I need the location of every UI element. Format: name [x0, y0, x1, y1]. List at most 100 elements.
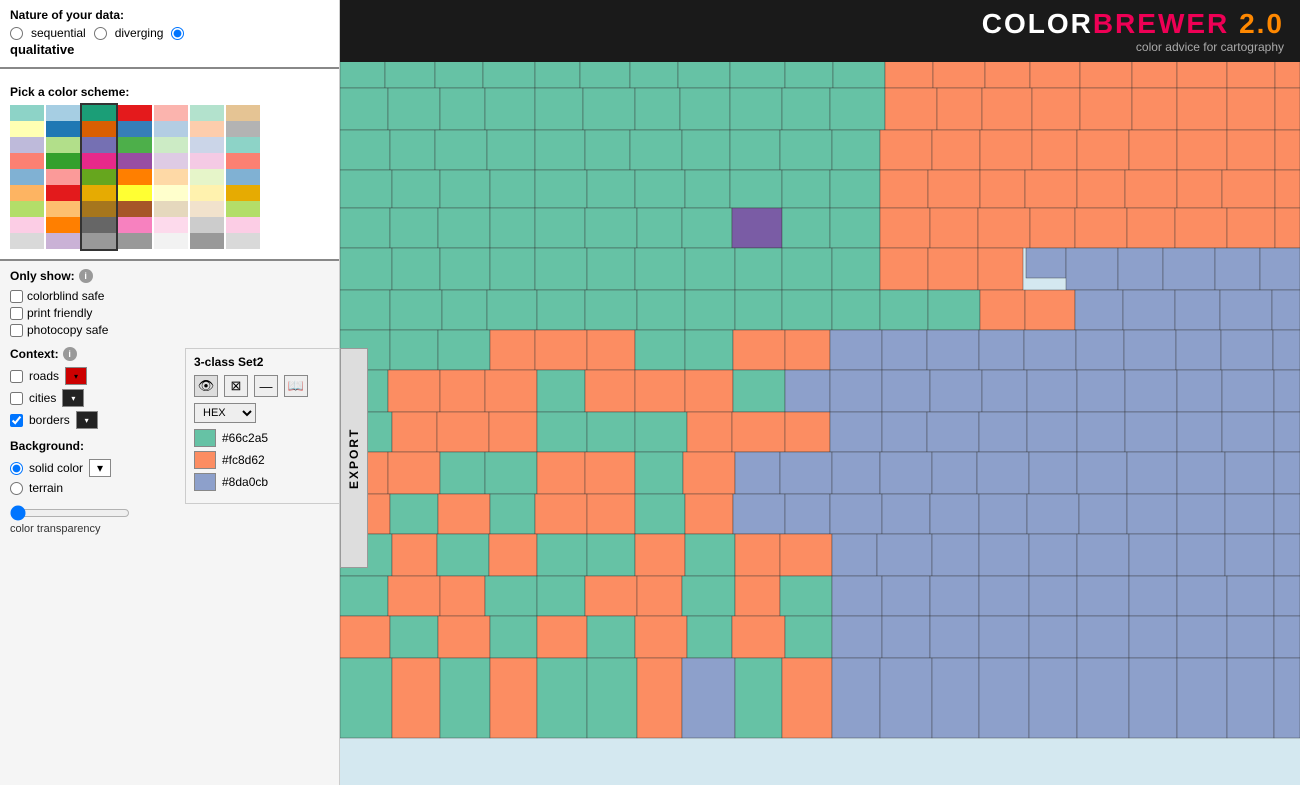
swatch-cell — [10, 121, 44, 137]
terrain-label: terrain — [29, 481, 63, 495]
swatch-cell — [46, 105, 80, 121]
color-swatches-grid — [10, 105, 329, 249]
photocopy-label: photocopy safe — [27, 323, 108, 337]
swatch-cell — [10, 201, 44, 217]
swatch-cell — [190, 185, 224, 201]
swatch-cell — [154, 105, 188, 121]
swatch-cell — [154, 153, 188, 169]
terrain-radio[interactable] — [10, 482, 23, 495]
swatch-cell — [226, 121, 260, 137]
solid-color-radio[interactable] — [10, 462, 23, 475]
swatch-col-3[interactable] — [82, 105, 116, 249]
color-entry-3: #8da0cb — [194, 473, 331, 491]
transparency-slider[interactable] — [10, 505, 130, 521]
swatch-col-7[interactable] — [226, 105, 260, 249]
roads-checkbox[interactable] — [10, 370, 23, 383]
cities-checkbox[interactable] — [10, 392, 23, 405]
swatch-cell — [46, 121, 80, 137]
swatch-cell — [226, 169, 260, 185]
swatch-cell — [46, 233, 80, 249]
swatch-cell — [10, 137, 44, 153]
icon-row: 👁 ⊠ — 📖 — [194, 375, 331, 397]
swatch-cell — [82, 169, 116, 185]
swatch-cell — [154, 185, 188, 201]
swatch-cell — [46, 137, 80, 153]
solid-color-label: solid color — [29, 461, 83, 475]
sequential-radio[interactable] — [10, 27, 23, 40]
eye-icon-btn[interactable]: 👁 — [194, 375, 218, 397]
swatch-cell — [10, 169, 44, 185]
print-icon-btn[interactable]: — — [254, 375, 278, 397]
swatch-cell — [226, 105, 260, 121]
export-button[interactable]: EXPORT — [340, 348, 368, 568]
sequential-label: sequential — [31, 26, 86, 40]
bg-color-btn[interactable]: ▾ — [89, 459, 111, 477]
swatch-cell — [154, 233, 188, 249]
color-entry-2: #fc8d62 — [194, 451, 331, 469]
swatch-cell — [10, 217, 44, 233]
context-info-icon[interactable]: i — [63, 347, 77, 361]
nature-of-data-section: Nature of your data: sequential divergin… — [0, 0, 339, 69]
qualitative-label: qualitative — [10, 42, 329, 57]
book-icon-btn[interactable]: 📖 — [284, 375, 308, 397]
title-brewer: BREWER — [1093, 8, 1229, 39]
swatch-cell — [190, 153, 224, 169]
print-friendly-row: print friendly — [10, 306, 329, 320]
swatch-cell — [154, 121, 188, 137]
print-friendly-checkbox[interactable] — [10, 307, 23, 320]
title-version: 2.0 — [1239, 8, 1284, 39]
qualitative-radio[interactable] — [171, 27, 184, 40]
swatch-cell — [118, 185, 152, 201]
only-show-header: Only show: i — [10, 269, 329, 283]
swatch-cell — [82, 105, 116, 121]
diverging-radio[interactable] — [94, 27, 107, 40]
swatch-col-1[interactable] — [10, 105, 44, 249]
swatch-col-5[interactable] — [154, 105, 188, 249]
map-svg — [340, 0, 1300, 785]
context-label: Context: — [10, 347, 59, 361]
swatch-cell — [190, 233, 224, 249]
swatch-cell — [82, 233, 116, 249]
swatch-cell — [226, 153, 260, 169]
swatch-cell — [82, 121, 116, 137]
color-scheme-section: Pick a color scheme: — [0, 69, 339, 261]
swatch-cell — [154, 169, 188, 185]
format-select[interactable]: HEX RGB CMYK — [194, 403, 256, 423]
swatch-col-2[interactable] — [46, 105, 80, 249]
swatch-cell — [82, 137, 116, 153]
data-type-radios: sequential diverging — [10, 26, 329, 40]
colorblind-checkbox[interactable] — [10, 290, 23, 303]
swatch-cell — [190, 217, 224, 233]
swatch-cell — [118, 169, 152, 185]
swatch-cell — [226, 217, 260, 233]
print-friendly-label: print friendly — [27, 306, 92, 320]
transparency-label: color transparency — [10, 523, 329, 535]
only-show-info-icon[interactable]: i — [79, 269, 93, 283]
swatch-cell — [190, 105, 224, 121]
borders-color-btn[interactable]: ▾ — [76, 411, 98, 429]
cross-icon-btn[interactable]: ⊠ — [224, 375, 248, 397]
roads-color-btn[interactable]: ▾ — [65, 367, 87, 385]
swatch-cell — [154, 201, 188, 217]
colorblind-label: colorblind safe — [27, 289, 104, 303]
swatch-col-4[interactable] — [118, 105, 152, 249]
borders-checkbox[interactable] — [10, 414, 23, 427]
swatch-cell — [82, 185, 116, 201]
swatch-cell — [46, 169, 80, 185]
swatch-cell — [118, 121, 152, 137]
mixed-zone — [880, 248, 1300, 330]
swatch-cell — [118, 105, 152, 121]
photocopy-row: photocopy safe — [10, 323, 329, 337]
color-value-2: #fc8d62 — [222, 453, 265, 467]
swatch-col-6[interactable] — [190, 105, 224, 249]
title-color: COLOR — [982, 8, 1093, 39]
swatch-cell — [118, 153, 152, 169]
color-swatch-1 — [194, 429, 216, 447]
swatch-cell — [118, 233, 152, 249]
swatch-cell — [46, 153, 80, 169]
blue-counties — [340, 330, 1300, 738]
cities-color-btn[interactable]: ▾ — [62, 389, 84, 407]
color-swatch-2 — [194, 451, 216, 469]
photocopy-checkbox[interactable] — [10, 324, 23, 337]
swatch-cell — [118, 137, 152, 153]
